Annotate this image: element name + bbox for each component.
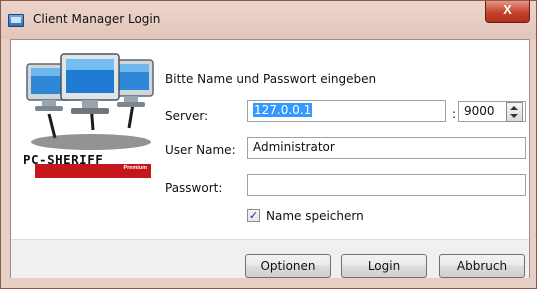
window-title: Client Manager Login [33,12,161,26]
spin-up-arrow-icon[interactable] [510,106,518,110]
login-window: Client Manager Login X PC-SHERIFF Premiu… [0,0,537,289]
username-value: Administrator [253,140,335,154]
port-separator: : [452,107,457,121]
spin-down-arrow-icon[interactable] [510,114,518,118]
password-input[interactable] [247,174,526,196]
port-value: 9000 [464,104,495,118]
port-spinner[interactable] [506,102,523,122]
app-window-icon [8,14,24,27]
login-button[interactable]: Login [341,254,427,278]
password-label: Passwort: [165,181,223,195]
remember-name-checkbox[interactable]: ✓ [247,209,260,222]
logo-stripe: Premium [35,164,151,178]
close-button[interactable]: X [485,1,530,23]
username-label: User Name: [165,143,236,157]
title-bar[interactable]: Client Manager Login X [1,1,536,39]
server-label: Server: [165,109,209,123]
logo-edition-text: Premium [123,165,147,171]
options-button[interactable]: Optionen [245,254,331,278]
prompt-text: Bitte Name und Passwort eingeben [165,72,377,86]
cancel-button[interactable]: Abbruch [439,254,525,278]
remember-name-label[interactable]: Name speichern [266,209,364,223]
server-value: 127.0.0.1 [253,103,313,117]
checkmark-icon: ✓ [248,209,259,222]
close-icon: X [503,2,512,17]
server-input[interactable]: 127.0.0.1 [247,100,446,122]
computer-network-icon [26,53,154,150]
pc-sheriff-logo: PC-SHERIFF Premium [21,46,161,181]
username-input[interactable]: Administrator [247,137,526,159]
